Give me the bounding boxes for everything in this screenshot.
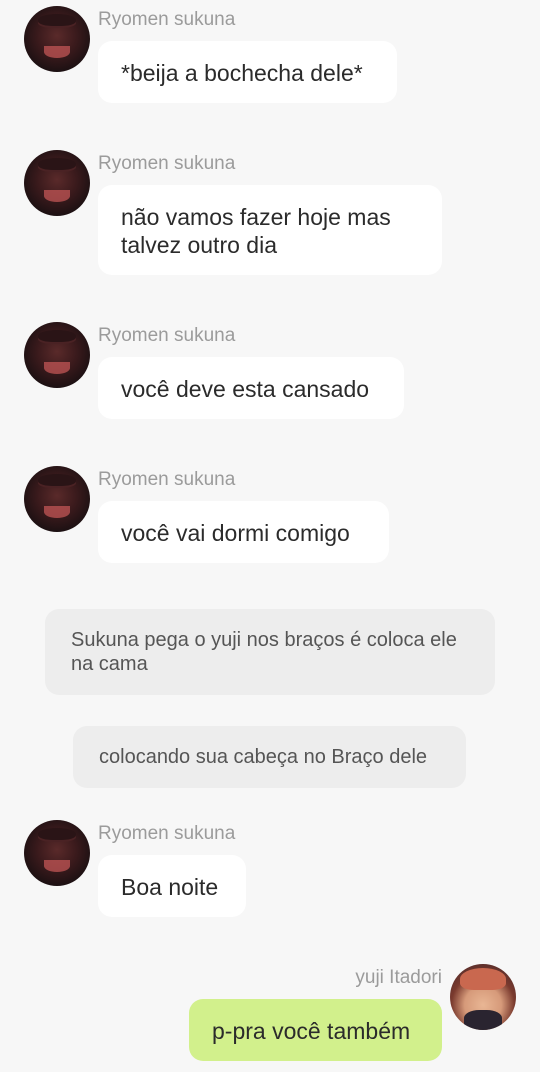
sukuna-avatar[interactable] xyxy=(24,820,90,886)
sender-name: Ryomen sukuna xyxy=(98,153,236,174)
narration-message[interactable]: Sukuna pega o yuji nos braços é coloca e… xyxy=(45,609,495,695)
sukuna-avatar[interactable] xyxy=(24,466,90,532)
sender-name: yuji Itadori xyxy=(355,967,442,988)
sender-name: Ryomen sukuna xyxy=(98,823,236,844)
sender-name: Ryomen sukuna xyxy=(98,9,236,30)
sukuna-avatar[interactable] xyxy=(24,322,90,388)
message-bubble[interactable]: você deve esta cansado xyxy=(98,357,404,419)
message-bubble-own[interactable]: p-pra você também xyxy=(189,999,442,1061)
sender-name: Ryomen sukuna xyxy=(98,325,236,346)
sukuna-avatar[interactable] xyxy=(24,6,90,72)
yuji-avatar[interactable] xyxy=(450,964,516,1030)
message-bubble[interactable]: você vai dormi comigo xyxy=(98,501,389,563)
sender-name: Ryomen sukuna xyxy=(98,469,236,490)
sukuna-avatar[interactable] xyxy=(24,150,90,216)
message-bubble[interactable]: *beija a bochecha dele* xyxy=(98,41,397,103)
message-bubble[interactable]: Boa noite xyxy=(98,855,246,917)
narration-message[interactable]: colocando sua cabeça no Braço dele xyxy=(73,726,466,788)
message-bubble[interactable]: não vamos fazer hoje mas talvez outro di… xyxy=(98,185,442,275)
